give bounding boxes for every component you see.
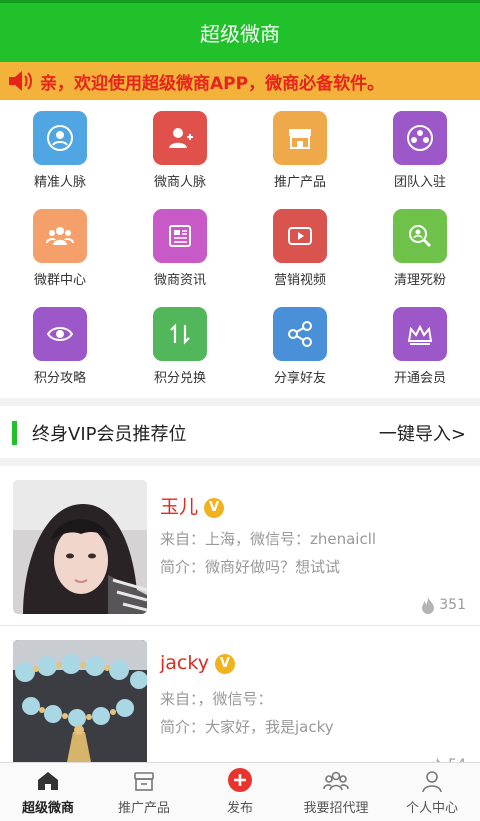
grid-item-wechat-contacts[interactable]: 微商人脉	[120, 100, 240, 198]
user-name[interactable]: jacky V	[160, 652, 235, 674]
page-title: 超级微商	[200, 22, 280, 46]
avatar	[13, 480, 147, 614]
grid-item-label: 团队入驻	[393, 175, 446, 190]
vip-badge-icon: V	[204, 497, 225, 518]
grid-item-label: 积分兑换	[153, 371, 206, 386]
plus-circle-icon	[192, 763, 288, 793]
person-circle-icon	[33, 111, 87, 165]
people-icon	[33, 209, 87, 263]
grid-item-label: 精准人脉	[33, 175, 86, 190]
shop-icon	[96, 763, 192, 793]
eye-icon	[33, 307, 87, 361]
list-item[interactable]: jackyV 来自：，微信号： 简介：大家好，我是jacky 54	[0, 626, 480, 762]
grid-item-label: 开通会员	[393, 371, 446, 386]
store-icon	[273, 111, 327, 165]
grid-item-precise-contacts[interactable]: 精准人脉	[0, 100, 120, 198]
tab-recruit-agents[interactable]: 我要招代理	[288, 763, 384, 821]
flame-icon	[422, 597, 435, 614]
user-source: 来自：上海，微信号：zhenaicll	[160, 530, 377, 548]
grid-item-team-join[interactable]: 团队入驻	[360, 100, 480, 198]
grid-item-label: 积分攻略	[33, 371, 86, 386]
grid-item-label: 微商人脉	[153, 175, 206, 190]
grid-item-points-guide[interactable]: 积分攻略	[0, 296, 120, 394]
user-name-text: 玉儿	[160, 496, 199, 518]
tab-label: 超级微商	[21, 801, 74, 816]
grid-item-group-center[interactable]: 微群中心	[0, 198, 120, 296]
grid-item-news[interactable]: 微商资讯	[120, 198, 240, 296]
grid-item-label: 微群中心	[33, 273, 86, 288]
section-marker	[12, 421, 17, 445]
grid-item-points-exchange[interactable]: 积分兑换	[120, 296, 240, 394]
news-icon	[153, 209, 207, 263]
feature-grid: 精准人脉 微商人脉 推广产品 团队入驻 微群中心 微商资讯 营销视频 清理死粉 …	[0, 100, 480, 398]
bottom-tab-bar: 超级微商 推广产品 发布 我要招代理 个人中心	[0, 762, 480, 821]
grid-item-label: 分享好友	[273, 371, 326, 386]
tab-promote-product[interactable]: 推广产品	[96, 763, 192, 821]
crown-icon	[393, 307, 447, 361]
grid-item-label: 营销视频	[273, 273, 326, 288]
grid-item-open-membership[interactable]: 开通会员	[360, 296, 480, 394]
vip-section-header: 终身VIP会员推荐位 一键导入>	[0, 406, 480, 458]
tab-label: 发布	[226, 801, 253, 816]
notice-text: 亲，欢迎使用超级微商APP，微商必备软件。	[40, 73, 385, 94]
grid-item-promote-product[interactable]: 推广产品	[240, 100, 360, 198]
user-source: 来自：，微信号：	[160, 690, 273, 708]
avatar	[13, 640, 147, 762]
tab-label: 个人中心	[405, 801, 458, 816]
add-person-icon	[153, 111, 207, 165]
popularity: 351	[420, 596, 466, 614]
one-click-import-link[interactable]: 一键导入>	[379, 420, 466, 446]
popularity-count: 351	[439, 597, 466, 613]
share-icon	[273, 307, 327, 361]
user-name-text: jacky	[160, 652, 209, 674]
video-icon	[273, 209, 327, 263]
user-icon	[384, 763, 480, 793]
agents-icon	[288, 763, 384, 793]
grid-item-label: 微商资讯	[153, 273, 206, 288]
grid-item-label: 推广产品	[273, 175, 326, 190]
notice-bar[interactable]: 亲，欢迎使用超级微商APP，微商必备软件。	[0, 62, 480, 100]
user-name[interactable]: 玉儿 V	[160, 492, 225, 519]
grid-item-share-friends[interactable]: 分享好友	[240, 296, 360, 394]
list-item[interactable]: 玉儿 V 来自：上海，微信号：zhenaicll 简介：微商好做吗？想试试 351	[0, 466, 480, 626]
section-title: 终身VIP会员推荐位	[32, 424, 187, 445]
grid-item-marketing-video[interactable]: 营销视频	[240, 198, 360, 296]
home-icon	[0, 763, 96, 793]
user-intro: 简介：微商好做吗？想试试	[160, 558, 341, 576]
speaker-icon	[0, 62, 40, 100]
grid-item-label: 清理死粉	[393, 273, 446, 288]
vip-user-list: 玉儿 V 来自：上海，微信号：zhenaicll 简介：微商好做吗？想试试 351	[0, 466, 480, 762]
tab-label: 我要招代理	[303, 801, 369, 816]
vip-badge-icon: V	[214, 653, 235, 674]
tab-profile[interactable]: 个人中心	[384, 763, 480, 821]
tab-label: 推广产品	[117, 801, 170, 816]
user-intro: 简介：大家好，我是jacky	[160, 718, 334, 736]
group-icon	[393, 111, 447, 165]
app-header: 超级微商	[0, 0, 480, 62]
tab-publish[interactable]: 发布	[192, 763, 288, 821]
exchange-icon	[153, 307, 207, 361]
tab-home[interactable]: 超级微商	[0, 763, 96, 821]
search-person-icon	[393, 209, 447, 263]
grid-item-clean-fans[interactable]: 清理死粉	[360, 198, 480, 296]
